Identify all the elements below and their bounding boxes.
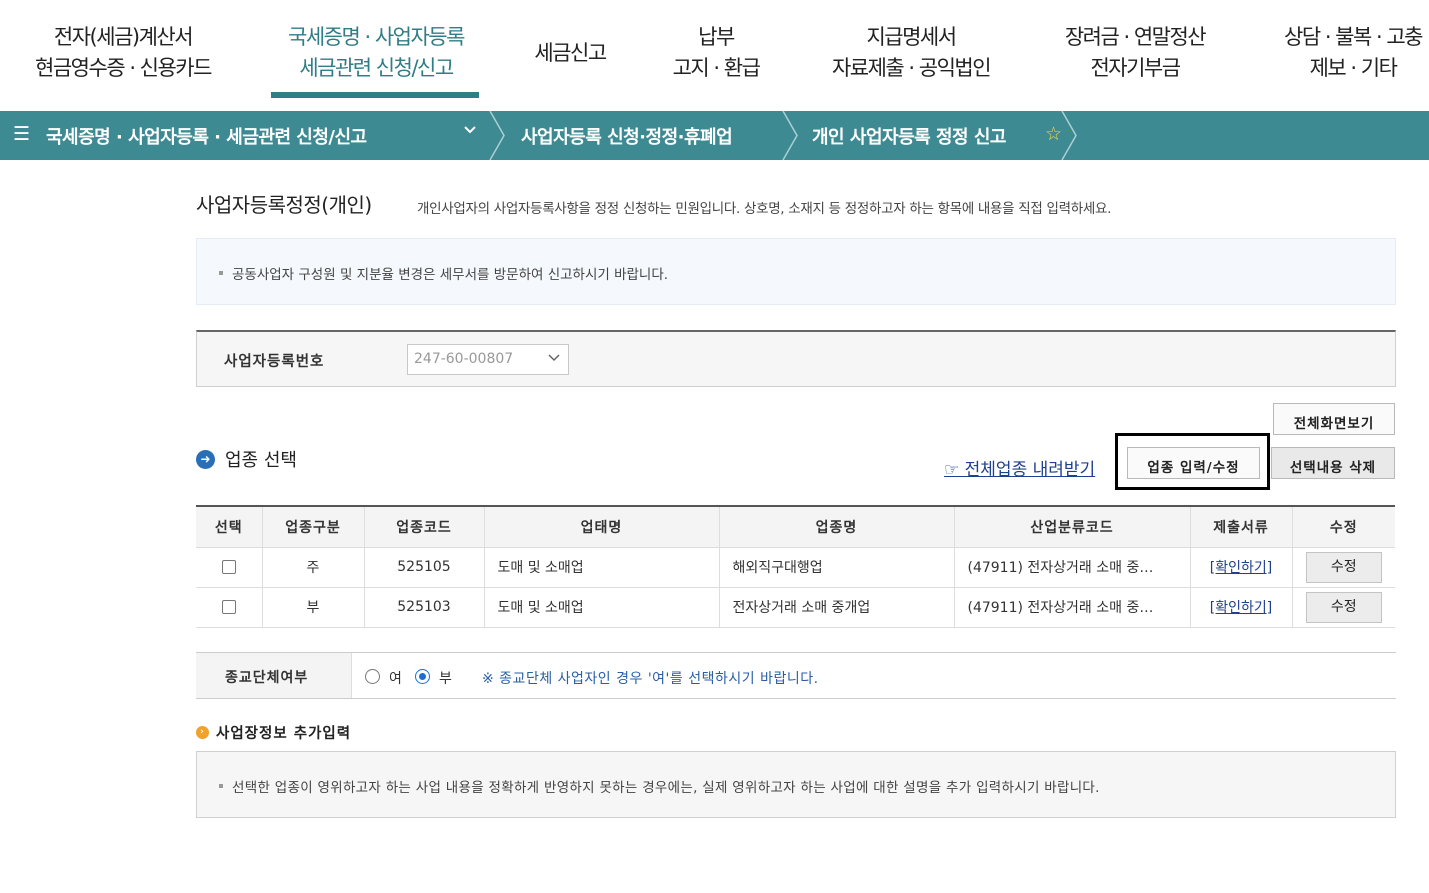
notice-text: 공동사업자 구성원 및 지분율 변경은 세무서를 방문하여 신고하시기 바랍니다…	[232, 267, 669, 283]
notice-box: 공동사업자 구성원 및 지분율 변경은 세무서를 방문하여 신고하시기 바랍니다…	[196, 238, 1396, 305]
delete-selected-button[interactable]: 선택내용 삭제	[1271, 447, 1395, 479]
edit-row-button[interactable]: 수정	[1305, 591, 1382, 623]
additional-notice-text: 선택한 업종이 영위하고자 하는 사업 내용을 정확하게 반영하지 못하는 경우…	[232, 780, 1100, 796]
nav-item-tax-return[interactable]: 세금신고	[528, 38, 612, 69]
nav-item-label: 상담 · 불복 · 고충	[1284, 25, 1423, 49]
industry-type-cell: 주	[261, 546, 365, 588]
row-checkbox[interactable]	[221, 560, 236, 574]
nav-item-label: 지급명세서	[866, 25, 957, 49]
nav-item-certificate-registration[interactable]: 국세증명 · 사업자등록 세금관련 신청/신고	[275, 22, 477, 84]
industry-type-cell: 부	[261, 586, 365, 628]
nav-item-label: 전자(세금)계산서	[53, 25, 194, 49]
section-title-text: 업종 선택	[225, 450, 297, 471]
chevron-down-icon	[548, 351, 560, 366]
nav-item-label: 장려금 · 연말정산	[1064, 25, 1207, 49]
nav-item-payment-statement[interactable]: 지급명세서 자료제출 · 공익법인	[820, 22, 1002, 84]
column-header: 선택	[196, 505, 263, 548]
table-header-row: 선택 업종구분 업종코드 업태명 업종명 산업분류코드 제출서류 수정	[196, 505, 1395, 548]
column-header: 제출서류	[1189, 505, 1293, 548]
nav-item-label: 자료제출 · 공익법인	[831, 56, 992, 80]
chevron-down-icon[interactable]	[463, 123, 477, 141]
row-checkbox[interactable]	[221, 600, 236, 614]
edit-row-button[interactable]: 수정	[1305, 551, 1382, 583]
bullet-icon	[219, 784, 223, 788]
bullet-icon	[219, 271, 223, 275]
religious-note: ※ 종교단체 사업자인 경우 '여'를 선택하시기 바랍니다.	[482, 671, 819, 687]
breadcrumb-level3: 개인 사업자등록 정정 신고	[812, 127, 1006, 148]
download-all-industries-link[interactable]: ☞ 전체업종 내려받기	[944, 455, 1115, 480]
column-header: 업종구분	[261, 505, 365, 548]
nav-item-label: 납부	[698, 25, 735, 49]
nav-item-label: 고지 · 환급	[672, 56, 761, 80]
nav-item-incentive[interactable]: 장려금 · 연말정산 전자기부금	[1053, 22, 1217, 84]
item-name-cell: 해외직구대행업	[718, 546, 955, 588]
business-type-cell: 도매 및 소매업	[483, 546, 720, 588]
page-title: 사업자등록정정(개인)	[196, 193, 372, 217]
nav-item-consult[interactable]: 상담 · 불복 · 고충 제보 · 기타	[1268, 22, 1429, 84]
breadcrumb-separator-icon	[782, 111, 798, 160]
industry-class-code-cell: (47911) 전자상거래 소매 중…	[953, 586, 1191, 628]
nav-item-label: 국세증명 · 사업자등록	[288, 25, 465, 49]
nav-item-label: 세금관련 신청/신고	[299, 56, 454, 80]
page-description: 개인사업자의 사업자등록사항을 정정 신청하는 민원입니다. 상호명, 소재지 …	[417, 201, 1112, 217]
active-nav-underline	[271, 92, 479, 98]
registration-number-value: 247-60-00807	[414, 351, 514, 367]
hamburger-menu-icon[interactable]: ☰	[13, 123, 30, 145]
industry-class-code-cell: (47911) 전자상거래 소매 중…	[953, 546, 1191, 588]
religious-org-row: 종교단체여부 여 부 ※ 종교단체 사업자인 경우 '여'를 선택하시기 바랍니…	[196, 652, 1396, 699]
highlight-box	[1115, 433, 1270, 490]
nav-item-payment[interactable]: 납부 고지 · 환급	[664, 22, 768, 84]
column-header: 업종코드	[363, 505, 485, 548]
religious-org-label-cell: 종교단체여부	[196, 653, 352, 698]
column-header: 수정	[1291, 505, 1395, 548]
business-type-cell: 도매 및 소매업	[483, 586, 720, 628]
breadcrumb-separator-icon	[489, 111, 505, 160]
additional-info-title-text: 사업장정보 추가입력	[216, 726, 352, 742]
religious-org-label: 종교단체여부	[225, 670, 309, 686]
confirm-docs-link[interactable]: [확인하기]	[1210, 600, 1272, 616]
registration-number-select[interactable]: 247-60-00807	[407, 344, 569, 375]
additional-info-notice: 선택한 업종이 영위하고자 하는 사업 내용을 정확하게 반영하지 못하는 경우…	[196, 751, 1396, 818]
nav-item-label: 세금신고	[534, 41, 607, 65]
column-header: 업종명	[718, 505, 955, 548]
breadcrumb-level2[interactable]: 사업자등록 신청·정정·휴폐업	[521, 123, 733, 149]
registration-number-label: 사업자등록번호	[224, 354, 325, 370]
item-name-cell: 전자상거래 소매 중개업	[718, 586, 955, 628]
breadcrumb-separator-icon	[1061, 111, 1077, 160]
fullscreen-button[interactable]: 전체화면보기	[1273, 403, 1395, 435]
industry-code-cell: 525103	[363, 586, 485, 628]
top-navigation: 전자(세금)계산서 현금영수증 · 신용카드 국세증명 · 사업자등록 세금관련…	[0, 0, 1429, 110]
industry-code-cell: 525105	[363, 546, 485, 588]
breadcrumb: ☰ 국세증명 · 사업자등록 · 세금관련 신청/신고 사업자등록 신청·정정·…	[0, 111, 1429, 160]
confirm-docs-link[interactable]: [확인하기]	[1210, 560, 1272, 576]
additional-info-title: › 사업장정보 추가입력	[196, 722, 351, 743]
column-header: 업태명	[483, 505, 720, 548]
religious-yes-label: 여	[389, 671, 402, 687]
industry-table: 선택 업종구분 업종코드 업태명 업종명 산업분류코드 제출서류 수정 주 52…	[196, 505, 1395, 628]
religious-yes-radio[interactable]	[365, 669, 380, 684]
nav-item-label: 제보 · 기타	[1309, 56, 1398, 80]
breadcrumb-level1[interactable]: 국세증명 · 사업자등록 · 세금관련 신청/신고	[46, 123, 367, 149]
table-row: 부 525103 도매 및 소매업 전자상거래 소매 중개업 (47911) 전…	[196, 586, 1395, 628]
chevron-right-icon: ›	[196, 725, 209, 739]
nav-item-label: 전자기부금	[1090, 56, 1181, 80]
business-section-title: ➜ 업종 선택	[196, 446, 297, 472]
religious-no-label: 부	[439, 671, 452, 687]
table-row: 주 525105 도매 및 소매업 해외직구대행업 (47911) 전자상거래 …	[196, 546, 1395, 588]
arrow-right-icon: ➜	[196, 449, 215, 469]
nav-item-label: 현금영수증 · 신용카드	[35, 56, 212, 80]
nav-item-e-invoice[interactable]: 전자(세금)계산서 현금영수증 · 신용카드	[24, 22, 222, 84]
religious-no-radio[interactable]	[415, 669, 430, 684]
column-header: 산업분류코드	[953, 505, 1191, 548]
registration-number-row: 사업자등록번호 247-60-00807	[196, 330, 1396, 387]
